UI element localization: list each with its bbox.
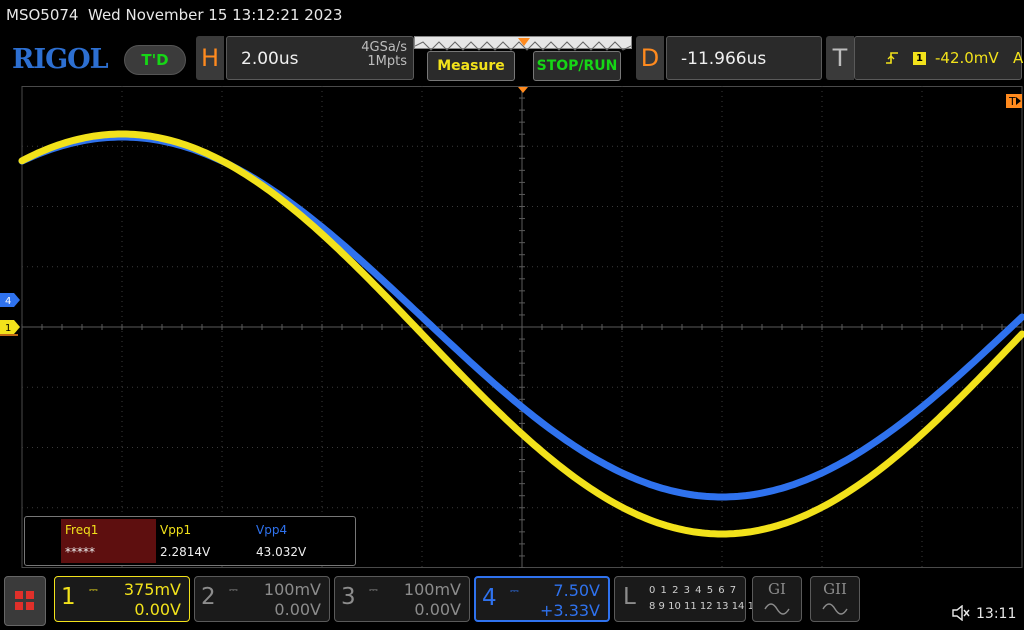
logic-channels-row2: 8 9 10 11 12 13 14 15 <box>649 601 761 612</box>
waveform-grid: T 4 1 <box>0 86 1024 568</box>
measurement-label: Freq1 <box>65 523 99 537</box>
horizontal-menu-letter[interactable]: H <box>196 36 224 80</box>
sine-wave-icon <box>764 603 790 615</box>
footer-bar: 1 ⎓ 375mV 0.00V 2 ⎓ 100mV 0.00V 3 ⎓ 100m… <box>0 568 1024 630</box>
trigger-level-marker-icon: T <box>1006 94 1022 108</box>
channel-4-scale: 7.50V <box>553 581 600 600</box>
logic-channels-row1: 0 1 2 3 4 5 6 7 <box>649 585 738 596</box>
channel-3-scale: 100mV <box>403 580 461 599</box>
channel-1-offset: 0.00V <box>134 600 181 619</box>
channel-3-offset: 0.00V <box>414 600 461 619</box>
delay-menu-letter[interactable]: D <box>636 36 664 80</box>
generator-2-label: GII <box>823 580 847 598</box>
svg-text:4: 4 <box>5 296 11 307</box>
clock: 13:11 <box>976 606 1017 622</box>
waveform-display[interactable]: T 4 1 <box>0 86 1024 568</box>
main-menu-button[interactable] <box>4 576 46 626</box>
logic-letter: L <box>623 584 636 610</box>
brand-logo: RIGOL <box>12 44 109 75</box>
dc-coupling-icon: ⎓ <box>229 583 238 596</box>
trigger-level-value: -42.0mV <box>935 49 999 67</box>
measure-button[interactable]: Measure <box>427 51 515 81</box>
generator-1-box[interactable]: GI <box>752 576 802 622</box>
speaker-icon[interactable] <box>952 605 970 621</box>
dc-coupling-icon: ⎓ <box>89 583 98 596</box>
delay-box[interactable]: -11.966us <box>666 36 822 80</box>
measurement-value: 43.032V <box>256 545 307 559</box>
measurement-freq1[interactable]: Freq1 ***** <box>61 519 156 563</box>
trigger-time-marker-icon <box>518 87 528 93</box>
channel-1-number: 1 <box>61 584 76 610</box>
channel-1-scale: 375mV <box>123 580 181 599</box>
trigger-box[interactable]: 1 -42.0mV A <box>854 36 1023 80</box>
horizontal-scale-box[interactable]: 2.00us 4GSa/s 1Mpts <box>226 36 414 80</box>
logic-analyzer-box[interactable]: L 0 1 2 3 4 5 6 7 8 9 10 11 12 13 14 15 <box>614 576 760 622</box>
trigger-level: -42.0mV A <box>935 49 1023 67</box>
measurement-label: Vpp1 <box>160 523 192 537</box>
channel-4-number: 4 <box>482 585 497 611</box>
dc-coupling-icon: ⎓ <box>510 584 519 597</box>
trigger-status-badge[interactable]: T'D <box>124 45 186 75</box>
channel-2-box[interactable]: 2 ⎓ 100mV 0.00V <box>194 576 330 622</box>
dc-coupling-icon: ⎓ <box>369 583 378 596</box>
measurement-vpp1[interactable]: Vpp1 2.2814V <box>156 519 251 563</box>
channel-3-box[interactable]: 3 ⎓ 100mV 0.00V <box>334 576 470 622</box>
measurement-label: Vpp4 <box>256 523 288 537</box>
header: RIGOL T'D H 2.00us 4GSa/s 1Mpts Measure … <box>0 34 1024 86</box>
measurement-panel[interactable]: Freq1 ***** Vpp1 2.2814V Vpp4 43.032V <box>24 516 356 566</box>
channel-1-offset-marker: 1 <box>0 320 20 334</box>
sine-wave-icon <box>822 603 848 615</box>
trigger-menu-letter[interactable]: T <box>826 36 854 80</box>
measurement-vpp4[interactable]: Vpp4 43.032V <box>252 519 347 563</box>
channel-2-scale: 100mV <box>263 580 321 599</box>
title-bar: MSO5074 Wed November 15 13:12:21 2023 <box>0 0 1024 34</box>
timebase-value: 2.00us <box>241 49 299 69</box>
channel-2-number: 2 <box>201 584 216 610</box>
stop-run-button[interactable]: STOP/RUN <box>533 51 621 81</box>
delay-value: -11.966us <box>681 49 767 69</box>
channel-2-offset: 0.00V <box>274 600 321 619</box>
channel-4-box[interactable]: 4 ⎓ 7.50V +3.33V <box>474 576 610 622</box>
rising-edge-icon <box>886 52 898 64</box>
trigger-source: 1 <box>913 52 926 65</box>
channel-3-number: 3 <box>341 584 356 610</box>
channel-1-box[interactable]: 1 ⎓ 375mV 0.00V <box>54 576 190 622</box>
measurement-value: ***** <box>65 545 95 559</box>
channel-4-offset: +3.33V <box>540 601 600 620</box>
measurement-value: 2.2814V <box>160 545 211 559</box>
generator-2-box[interactable]: GII <box>810 576 860 622</box>
datetime: Wed November 15 13:12:21 2023 <box>88 6 343 24</box>
svg-text:1: 1 <box>5 323 11 334</box>
svg-text:T: T <box>1008 95 1016 108</box>
sample-rate: 4GSa/s <box>361 40 407 55</box>
channel-4-offset-marker: 4 <box>0 293 20 307</box>
trigger-position-marker <box>518 38 530 46</box>
memory-depth: 1Mpts <box>367 54 407 69</box>
trigger-mode: A <box>1013 49 1024 67</box>
generator-1-label: GI <box>768 580 786 598</box>
device-title: MSO5074 Wed November 15 13:12:21 2023 <box>6 6 342 24</box>
acquisition-info: 4GSa/s 1Mpts <box>361 41 407 69</box>
model-name: MSO5074 <box>6 6 79 24</box>
grid-lines <box>21 86 1023 568</box>
